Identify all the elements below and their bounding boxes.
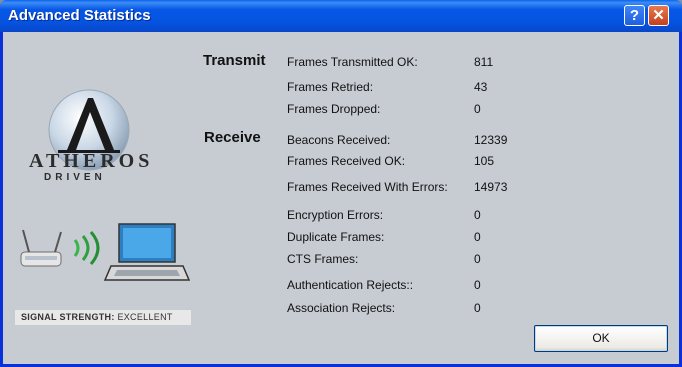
close-button[interactable]: ✕ bbox=[648, 5, 669, 26]
stat-value: 43 bbox=[474, 80, 488, 94]
stat-value: 811 bbox=[474, 55, 494, 69]
signal-strength-label: SIGNAL STRENGTH: bbox=[21, 312, 115, 322]
stat-value: 0 bbox=[474, 208, 481, 222]
stat-label: Duplicate Frames: bbox=[287, 230, 385, 244]
ok-button[interactable]: OK bbox=[534, 325, 668, 352]
signal-strength-value: EXCELLENT bbox=[117, 312, 173, 322]
brand-tagline: DRIVEN bbox=[44, 172, 106, 183]
stat-value: 105 bbox=[474, 154, 495, 168]
stat-value: 0 bbox=[474, 301, 481, 315]
stat-label: Frames Received With Errors: bbox=[287, 180, 448, 194]
wireless-connection-icon bbox=[20, 223, 190, 281]
help-button[interactable]: ? bbox=[624, 5, 645, 26]
receive-heading: Receive bbox=[204, 129, 261, 146]
stat-label: Encryption Errors: bbox=[287, 208, 384, 222]
stat-value: 14973 bbox=[474, 180, 508, 194]
stat-value: 0 bbox=[474, 278, 481, 292]
brand-name: ATHEROS bbox=[29, 150, 154, 172]
stat-label: Frames Retried: bbox=[287, 80, 374, 94]
dialog-body: ATHEROS DRIVEN SIGNAL STRENGTH: EXCELLEN… bbox=[3, 32, 679, 364]
stat-label: Beacons Received: bbox=[287, 133, 391, 147]
signal-strength-indicator: SIGNAL STRENGTH: EXCELLENT bbox=[15, 310, 191, 325]
stat-value: 0 bbox=[474, 102, 481, 116]
advanced-statistics-window: Advanced Statistics ? ✕ ATHEROS DRIVEN S… bbox=[0, 0, 682, 367]
stat-label: Authentication Rejects:: bbox=[287, 278, 414, 292]
stat-label: Frames Received OK: bbox=[287, 154, 406, 168]
transmit-heading: Transmit bbox=[203, 52, 266, 69]
stat-value: 0 bbox=[474, 252, 481, 266]
stat-value: 12339 bbox=[474, 133, 508, 147]
window-title: Advanced Statistics bbox=[8, 7, 151, 24]
stat-label: Frames Transmitted OK: bbox=[287, 55, 418, 69]
stat-label: CTS Frames: bbox=[287, 252, 359, 266]
stat-label: Association Rejects: bbox=[287, 301, 396, 315]
stat-value: 0 bbox=[474, 230, 481, 244]
stat-label: Frames Dropped: bbox=[287, 102, 381, 116]
title-bar[interactable]: Advanced Statistics ? ✕ bbox=[0, 0, 682, 32]
